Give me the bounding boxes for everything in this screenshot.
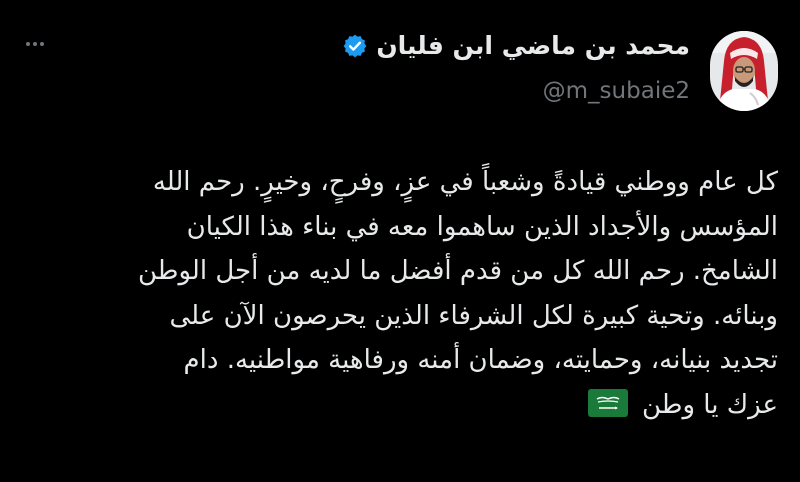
saudi-arabia-flag-emoji: [587, 387, 628, 417]
profile-avatar-image: [710, 31, 778, 111]
tweet-text: كل عام ووطني قيادةً وشعباً في عزٍ، وفرحٍ…: [30, 160, 778, 427]
display-name-link[interactable]: محمد بن ماضي ابن فليان: [342, 28, 690, 64]
display-name: محمد بن ماضي ابن فليان: [376, 31, 690, 60]
avatar[interactable]: [710, 31, 778, 111]
user-handle[interactable]: @m_subaie2: [342, 74, 690, 108]
verified-badge-icon: [342, 33, 368, 59]
tweet-line-last: عزك يا وطن: [30, 383, 778, 428]
tweet-line: تجديد بنيانه، وحمايته، وضمان أمنه ورفاهي…: [183, 345, 778, 375]
tweet-line: وبنائه. وتحية كبيرة لكل الشرفاء الذين يح…: [169, 300, 778, 331]
tweet-line-text: عزك يا وطن: [641, 389, 778, 420]
tweet-line: المؤسس والأجداد الذين ساهموا معه في بناء…: [186, 211, 778, 242]
more-options-button[interactable]: [20, 34, 50, 54]
user-info: محمد بن ماضي ابن فليان @m_subaie2: [342, 28, 690, 108]
tweet-line: كل عام ووطني قيادةً وشعباً في عزٍ، وفرحٍ…: [152, 167, 778, 197]
tweet-line: الشامخ. رحم الله كل من قدم أفضل ما لديه …: [138, 256, 778, 286]
more-options-icon: [26, 42, 30, 46]
